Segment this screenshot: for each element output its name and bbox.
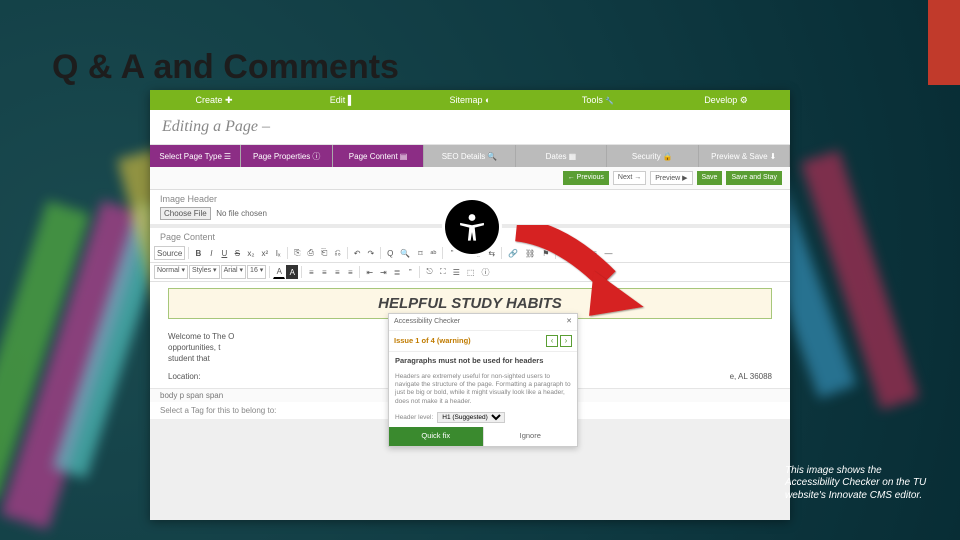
tab-security[interactable]: Security 🔒 [607,145,698,167]
tb-redo[interactable]: ↷ [364,246,377,260]
tb-about[interactable]: ⓘ [478,265,492,279]
checker-message: Paragraphs must not be used for headers [389,352,577,371]
tb-link[interactable]: 🔗 [505,246,521,260]
tb-pasteplain[interactable]: ⎌ [331,246,343,260]
tb-bold[interactable]: B [192,246,204,260]
accessibility-checker: Accessibility Checker ✕ Issue 1 of 4 (wa… [388,313,578,447]
previous-button[interactable]: ← Previous [563,171,609,185]
tb-clear[interactable]: Iₓ [272,246,284,260]
tab-dates[interactable]: Dates ▦ [516,145,607,167]
tb-image[interactable]: ▦ [559,246,573,260]
gear-icon [740,95,748,105]
font-select[interactable]: Arial ▾ [221,265,246,279]
tb-align-l[interactable]: ≡ [305,265,317,279]
globe-icon [485,95,490,105]
save-stay-button[interactable]: Save and Stay [726,171,782,185]
doc-icon [348,95,354,105]
tb-hr[interactable]: ≡ [589,246,601,260]
nav-develop[interactable]: Develop [662,95,790,106]
choose-file-button[interactable]: Choose File [160,207,211,220]
size-select[interactable]: 16 ▾ [247,265,266,279]
tb-source[interactable]: Source [154,246,185,260]
tb-align-c[interactable]: ≡ [318,265,330,279]
page-heading: Editing a Page – [150,110,790,145]
location-label: Location: [168,372,200,381]
rich-text-editor: Source B I U S x₂ x² Iₓ ⎘ ⎙ ⎗ ⎌ ↶ ↷ Q 🔍 [150,244,790,402]
location-value: e, AL 36088 [730,371,772,382]
tb-outdent[interactable]: ⇤ [363,265,376,279]
tb-sup[interactable]: x² [258,246,271,260]
tb-maximize[interactable]: ⎋ [423,265,435,279]
tb-spell[interactable]: ᵃᵇ [427,246,439,260]
plus-icon [225,95,233,105]
tb-fullscreen[interactable]: ⛶ [437,265,449,279]
prev-issue-button[interactable]: ‹ [546,335,558,347]
checker-title: Accessibility Checker [394,317,460,327]
tb-underline[interactable]: U [218,246,230,260]
tb-replace[interactable]: 🔍 [397,246,413,260]
tb-indent[interactable]: ⇥ [377,265,390,279]
tab-page-properties[interactable]: Page Properties ⓘ [241,145,332,167]
tb-lineheight[interactable]: ≣ [391,265,404,279]
header-level-select[interactable]: H1 (Suggested) [437,412,505,423]
tb-italic[interactable]: I [205,246,217,260]
tb-cut[interactable]: ⎘ [291,246,303,260]
tb-undo[interactable]: ↶ [351,246,364,260]
nav-create[interactable]: Create [150,95,278,106]
tab-preview-save[interactable]: Preview & Save ⬇ [699,145,790,167]
tb-sub[interactable]: x₂ [244,246,257,260]
styles-select[interactable]: Styles ▾ [189,265,220,279]
tb-align-j[interactable]: ≡ [344,265,356,279]
tb-unlink[interactable]: ⛓ [522,246,538,260]
checker-close[interactable]: ✕ [566,317,572,327]
tb-table[interactable]: ▤ [574,246,588,260]
next-button[interactable]: Next → [613,171,646,185]
tab-seo-details[interactable]: SEO Details 🔍 [424,145,515,167]
tb-a11y[interactable]: ⬚ [464,265,478,279]
format-select[interactable]: Normal ▾ [154,265,188,279]
tb-blocks[interactable]: ☰ [450,265,463,279]
quick-fix-button[interactable]: Quick fix [389,427,483,446]
tb-bgcolor[interactable]: A [286,265,298,279]
tb-strike[interactable]: S [231,246,243,260]
slide-title: Q & A and Comments [52,48,399,86]
tb-more[interactable]: — [602,246,616,260]
toolbar-row-2: Normal ▾ Styles ▾ Arial ▾ 16 ▾ A A ≡ ≡ ≡… [150,263,790,282]
nav-tools[interactable]: Tools [534,95,662,105]
accessibility-icon [445,200,499,254]
tb-quote[interactable]: ‟ [404,265,416,279]
tb-find[interactable]: Q [384,246,396,260]
image-caption: This image shows the Accessibility Check… [785,465,930,503]
nav-edit[interactable]: Edit [278,95,406,105]
next-issue-button[interactable]: › [560,335,572,347]
header-level-label: Header level: [395,414,433,421]
action-row: ← Previous Next → Preview ▶ Save Save an… [150,167,790,190]
tb-align-r[interactable]: ≡ [331,265,343,279]
tb-copy[interactable]: ⎙ [305,246,317,260]
save-button[interactable]: Save [697,171,723,185]
tab-page-content[interactable]: Page Content ▤ [333,145,424,167]
content-paragraphs[interactable]: Welcome to The O opportunities, t studen… [150,325,790,388]
nav-sitemap[interactable]: Sitemap [406,95,534,105]
wrench-icon [605,95,614,105]
top-nav: Create Edit Sitemap Tools Develop [150,90,790,110]
checker-body: Headers are extremely useful for non-sig… [389,371,577,411]
step-tabs: Select Page Type ☰ Page Properties ⓘ Pag… [150,145,790,167]
preview-button[interactable]: Preview ▶ [650,171,692,185]
tab-select-page-type[interactable]: Select Page Type ☰ [150,145,241,167]
habits-title: HELPFUL STUDY HABITS [175,295,765,312]
tb-select[interactable]: ⌑ [414,246,426,260]
ignore-button[interactable]: Ignore [483,427,578,446]
issue-count: Issue 1 of 4 (warning) [394,336,471,347]
tb-paste[interactable]: ⎗ [318,246,330,260]
tb-anchor[interactable]: ⚑ [539,246,552,260]
tb-textcolor[interactable]: A [273,265,285,279]
corner-accent [928,0,960,85]
cms-screenshot: Create Edit Sitemap Tools Develop Editin… [150,90,790,520]
no-file-text: No file chosen [216,209,267,218]
